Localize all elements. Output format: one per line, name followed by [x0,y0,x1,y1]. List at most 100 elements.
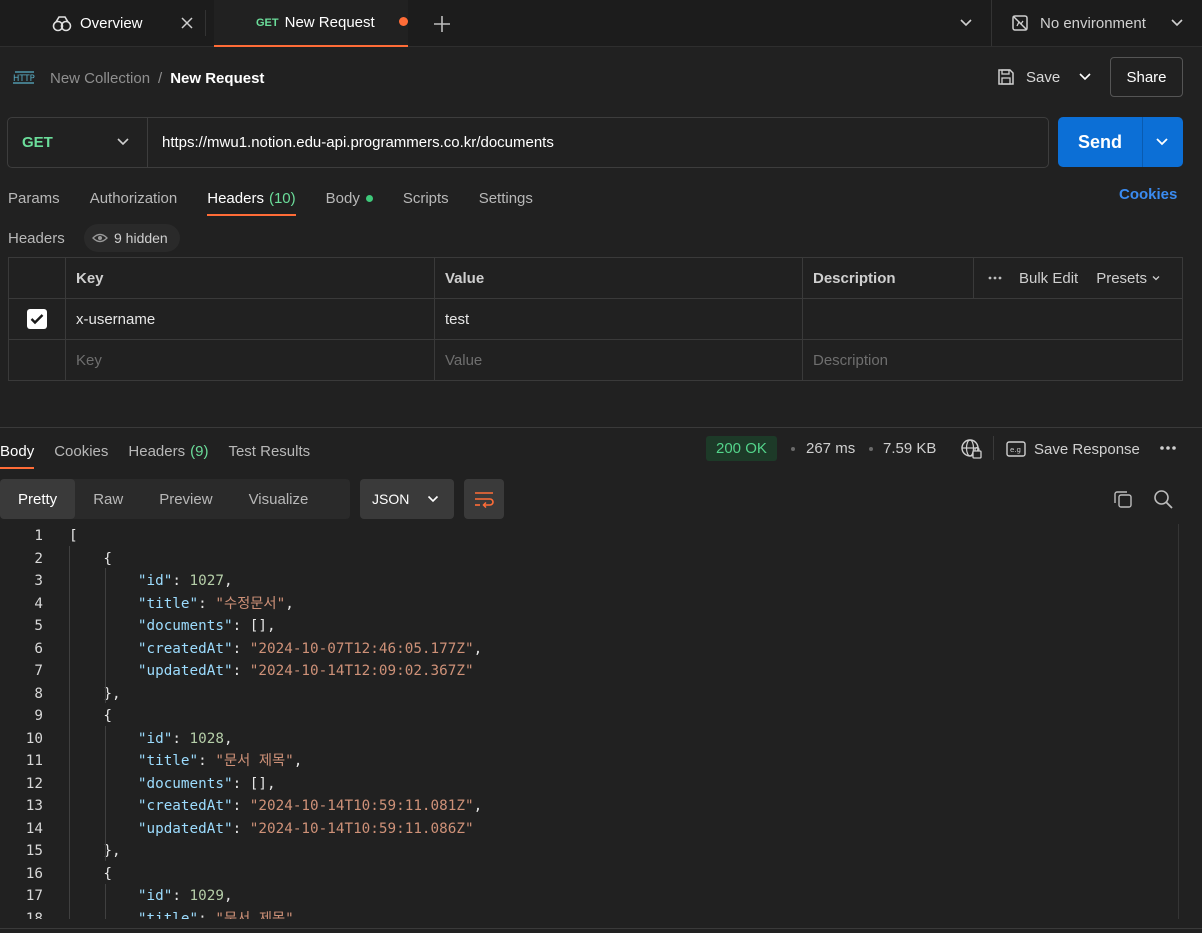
header-key-input[interactable]: x-username [66,299,435,339]
view-raw[interactable]: Raw [75,479,141,519]
more-options-icon[interactable] [988,276,1002,280]
json-comma: , [293,753,303,769]
breadcrumb: HTTP New Collection / New Request [12,64,264,92]
new-tab-plus-icon[interactable] [430,12,454,36]
json-colon: : [172,573,190,589]
save-response-button[interactable]: e.g Save Response [1006,438,1140,460]
json-comma: , [223,573,233,589]
response-tab-cookies[interactable]: Cookies [54,433,108,469]
tab-settings[interactable]: Settings [479,180,533,216]
response-tab-test-results[interactable]: Test Results [228,433,310,469]
overview-icon [52,15,72,33]
format-select[interactable]: JSON [360,479,454,519]
response-time[interactable]: 267 ms [806,440,855,457]
tabs-chevron-down-icon[interactable] [955,12,977,34]
body-indicator-dot-icon [365,194,373,202]
tab-authorization[interactable]: Authorization [90,180,178,216]
line-number: 13 [25,798,43,814]
line-number: 2 [34,550,43,567]
tab-body[interactable]: Body [326,180,373,216]
status-badge[interactable]: 200 OK [706,436,777,461]
header-value-input[interactable]: test [435,299,803,339]
save-button[interactable]: Save [996,62,1060,92]
tab-overview-label: Overview [80,15,143,32]
breadcrumb-separator: / [158,69,163,87]
word-wrap-button[interactable] [464,479,504,519]
response-code-view[interactable]: 1[2 {3 "id": 1027, 4 "title": "수정문서", 5 "d… [0,524,1178,919]
code-content: { [69,865,113,882]
breadcrumb-request-name[interactable]: New Request [170,70,264,87]
cookies-link[interactable]: Cookies [1119,186,1177,203]
code-line: 6 "createdAt": "2024-10-07T12:46:05.177Z… [0,638,1178,661]
response-tab-test-results-label: Test Results [228,442,311,460]
tab-settings-label: Settings [478,189,533,207]
json-number: 1027 [189,573,224,589]
send-options-chevron-icon[interactable] [1152,132,1172,152]
tab-body-label: Body [325,189,360,207]
view-preview[interactable]: Preview [141,479,230,519]
breadcrumb-collection[interactable]: New Collection [50,70,150,87]
response-tab-headers[interactable]: Headers (9) [128,433,208,469]
new-value-input[interactable]: Value [435,340,803,380]
json-key: "id" [137,888,173,904]
new-key-input[interactable]: Key [66,340,435,380]
unsaved-dot-icon [399,17,408,26]
code-content: "title": "문서 제목", [69,908,303,920]
copy-icon[interactable] [1112,488,1134,510]
tab-headers[interactable]: Headers (10) [207,180,297,216]
line-number: 16 [25,865,43,882]
tab-new-request[interactable]: GET New Request [214,0,408,47]
method-select[interactable]: GET [8,118,148,167]
environment-chevron-down-icon[interactable] [1166,12,1188,34]
code-content: "createdAt": "2024-10-07T12:46:05.177Z", [69,638,482,661]
view-visualize[interactable]: Visualize [231,479,327,519]
json-key: "createdAt" [137,640,233,657]
close-icon[interactable] [177,13,197,33]
indent-guide [69,546,70,919]
tab-overview[interactable]: Overview [40,0,205,47]
presets-dropdown[interactable]: Presets [1096,270,1162,287]
view-pretty[interactable]: Pretty [0,479,76,519]
code-scrollbar[interactable] [1178,524,1202,919]
response-tab-body[interactable]: Body [0,433,35,469]
tab-params[interactable]: Params [8,180,60,216]
code-line: 13 "createdAt": "2024-10-14T10:59:11.081… [0,795,1178,818]
share-button[interactable]: Share [1110,57,1183,97]
network-globe-icon[interactable] [960,438,982,460]
meta-separator [791,447,795,451]
request-tabs: Params Authorization Headers (10) Body Sc… [8,180,563,216]
save-example-icon: e.g [1006,441,1026,457]
new-description-input[interactable]: Description [803,340,1182,380]
response-divider[interactable] [0,427,1202,428]
json-string: "2024-10-14T10:59:11.086Z" [249,820,474,837]
checkmark-icon [27,309,47,329]
code-line: 11 "title": "문서 제목", [0,750,1178,773]
search-icon[interactable] [1152,488,1174,510]
code-line: 17 "id": 1029, [0,885,1178,908]
line-number: 18 [25,910,43,920]
environment-selector[interactable]: No environment [1010,0,1146,46]
hidden-headers-toggle[interactable]: 9 hidden [84,224,180,252]
tab-scripts[interactable]: Scripts [403,180,449,216]
send-button[interactable]: Send [1058,117,1183,167]
header-description-input[interactable] [803,299,1182,339]
json-key: "id" [137,730,173,747]
json-comma: , [473,798,483,814]
response-tab-headers-count: (9) [190,442,209,460]
response-size[interactable]: 7.59 KB [883,440,936,457]
response-tab-headers-label: Headers [128,442,186,460]
url-input[interactable]: https://mwu1.notion.edu-api.programmers.… [162,118,554,167]
json-array: [] [249,618,267,634]
more-options-icon[interactable] [1158,443,1178,453]
empty-checkbox-cell [9,340,66,380]
row-checkbox[interactable] [9,299,66,339]
bulk-edit-button[interactable]: Bulk Edit [1019,270,1078,287]
code-line: 18 "title": "문서 제목", [0,908,1178,920]
http-icon: HTTP [12,67,36,89]
json-key: "createdAt" [137,798,233,814]
json-string: "문서 제목" [215,910,294,920]
save-options-chevron-icon[interactable] [1074,66,1096,88]
json-colon: : [232,798,250,814]
